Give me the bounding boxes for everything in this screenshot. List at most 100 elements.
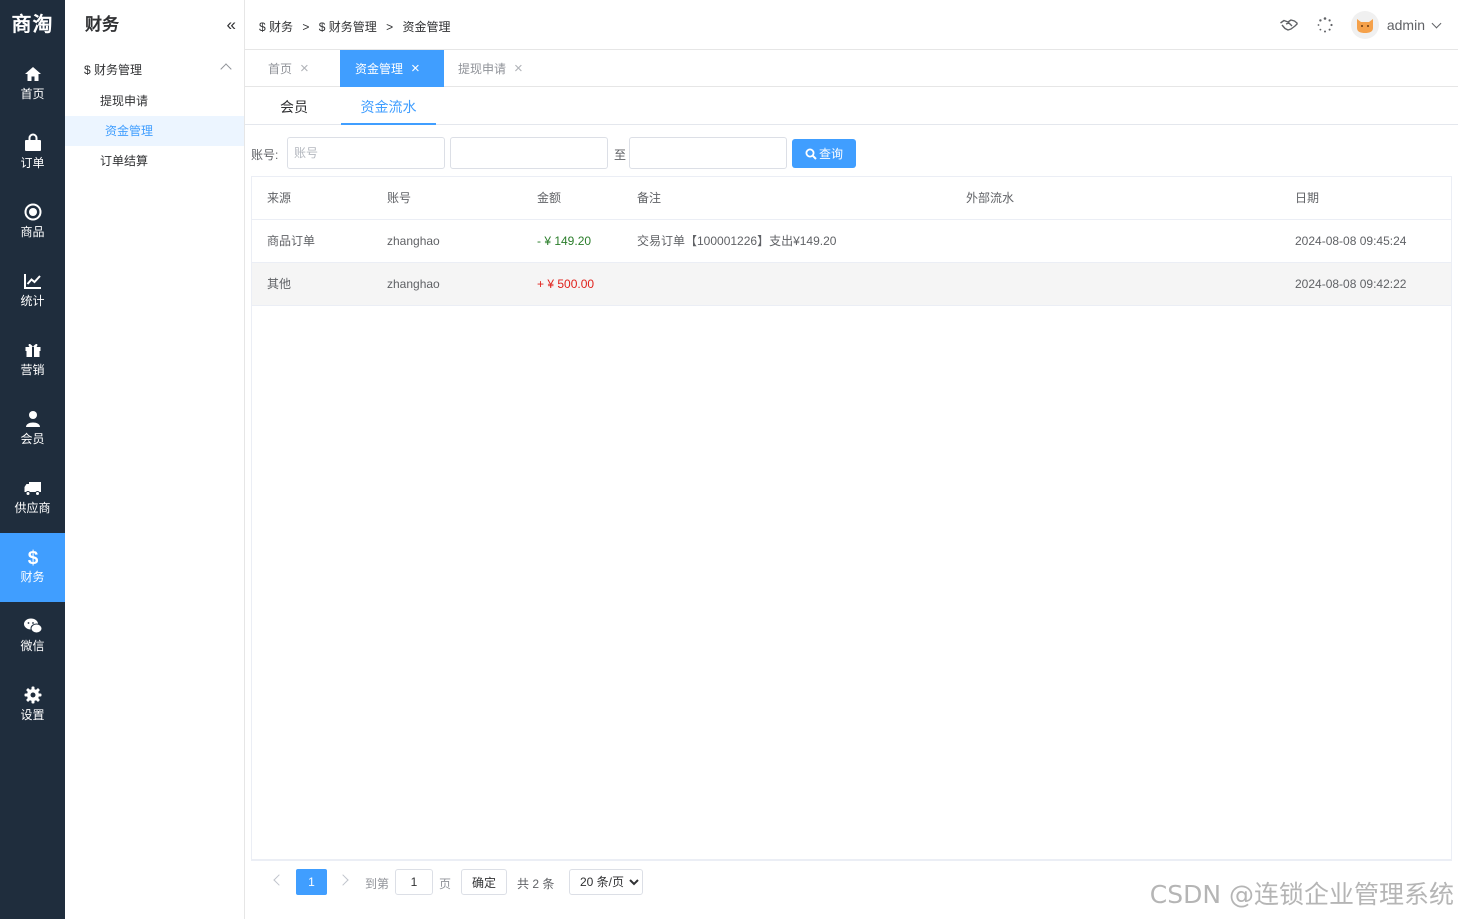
user-icon xyxy=(25,411,40,427)
rail-item-members[interactable]: 会员 xyxy=(0,395,65,464)
rail-item-home[interactable]: 首页 xyxy=(0,50,65,119)
rail-label: 微信 xyxy=(20,639,45,653)
tab-home[interactable]: 首页 × xyxy=(245,50,338,87)
column-header: 来源 xyxy=(267,191,292,205)
account-label: 账号: xyxy=(251,148,279,162)
handshake-icon[interactable] xyxy=(1279,15,1299,35)
column-header: 外部流水 xyxy=(966,191,1015,205)
rail-label: 首页 xyxy=(20,87,45,101)
dollar-icon: $ xyxy=(27,548,38,567)
wechat-icon xyxy=(23,618,42,634)
close-icon[interactable]: × xyxy=(411,60,420,77)
page-size-select[interactable]: 20 条/页 xyxy=(569,869,643,895)
rail-label: 商品 xyxy=(20,225,45,239)
table-row[interactable]: 商品订单 zhanghao - ¥ 149.20 交易订单【100001226】… xyxy=(252,220,1451,263)
rail-item-suppliers[interactable]: 供应商 xyxy=(0,464,65,533)
sidebar-group-label: $ 财务管理 xyxy=(84,63,143,77)
chevron-down-icon[interactable] xyxy=(1431,18,1442,28)
current-page-button[interactable]: 1 xyxy=(296,869,327,895)
column-header: 金额 xyxy=(537,191,562,205)
gear-icon xyxy=(24,686,41,704)
subtab-members[interactable]: 会员 xyxy=(280,88,308,125)
search-icon xyxy=(805,148,817,160)
breadcrumb-item[interactable]: $ 财务 xyxy=(259,20,293,34)
gift-icon xyxy=(25,343,40,357)
amount-cell: - ¥ 149.20 xyxy=(537,234,592,248)
rail-label: 统计 xyxy=(20,294,45,308)
goto-page-input[interactable] xyxy=(395,869,433,895)
goto-label: 到第 xyxy=(365,877,390,891)
chevron-up-icon xyxy=(220,63,232,75)
total-count: 共 2 条 xyxy=(517,877,555,891)
avatar[interactable] xyxy=(1350,11,1379,39)
main-nav-rail: 商淘 首页 订单 商品 统计 营销 会员 供应商 $ 财务 微信 设置 xyxy=(0,0,65,919)
sidebar-item-order-settlement[interactable]: 订单结算 xyxy=(65,146,244,176)
rail-label: 营销 xyxy=(20,363,45,377)
date-cell: 2024-08-08 09:42:22 xyxy=(1295,277,1407,291)
sidebar-header: 财务 « xyxy=(65,0,244,50)
rail-item-wechat[interactable]: 微信 xyxy=(0,602,65,671)
sidebar-item-withdrawal[interactable]: 提现申请 xyxy=(65,86,244,116)
collapse-sidebar-button[interactable]: « xyxy=(227,0,236,50)
cat-avatar-icon xyxy=(1356,19,1373,33)
close-icon[interactable]: × xyxy=(300,60,309,77)
rail-item-finance[interactable]: $ 财务 xyxy=(0,533,65,602)
breadcrumb-separator: > xyxy=(386,20,394,34)
amount-cell: + ¥ 500.00 xyxy=(537,277,595,291)
fund-flow-table: 来源 账号 金额 备注 外部流水 日期 商品订单 zhanghao - ¥ 14… xyxy=(251,176,1452,860)
end-date-input[interactable] xyxy=(629,137,787,169)
source-cell: 其他 xyxy=(267,277,292,291)
rail-label: 订单 xyxy=(20,156,45,170)
watermark: CSDN @连锁企业管理系统 xyxy=(1149,880,1454,909)
rail-item-marketing[interactable]: 营销 xyxy=(0,326,65,395)
svg-text:$: $ xyxy=(27,548,38,567)
column-header: 日期 xyxy=(1295,191,1320,205)
truck-icon xyxy=(24,482,41,496)
date-range-separator: 至 xyxy=(614,148,627,162)
prev-page-icon[interactable] xyxy=(273,874,285,886)
rail-item-stats[interactable]: 统计 xyxy=(0,257,65,326)
finance-sidebar: 财务 « $ 财务管理 提现申请 资金管理 订单结算 xyxy=(65,0,245,919)
date-cell: 2024-08-08 09:45:24 xyxy=(1295,234,1407,248)
close-icon[interactable]: × xyxy=(514,60,523,77)
page-unit-label: 页 xyxy=(439,877,452,891)
target-icon xyxy=(24,203,41,221)
account-cell: zhanghao xyxy=(387,277,440,291)
rail-label: 设置 xyxy=(20,708,45,722)
breadcrumb-item: 资金管理 xyxy=(402,20,451,34)
home-icon xyxy=(24,67,41,81)
content-subtabs: 会员 资金流水 xyxy=(245,88,1458,125)
page-tabs: 首页 × 资金管理 × 提现申请 × xyxy=(245,50,1458,87)
sidebar-title: 财务 xyxy=(85,15,119,34)
tab-fund-management[interactable]: 资金管理 × xyxy=(340,50,444,87)
column-header: 账号 xyxy=(387,191,412,205)
start-date-input[interactable] xyxy=(450,137,608,169)
tab-withdrawal[interactable]: 提现申请 × xyxy=(444,50,549,87)
rail-label: 供应商 xyxy=(14,501,51,515)
column-header: 备注 xyxy=(637,191,662,205)
account-input[interactable] xyxy=(287,137,445,169)
search-filter: 账号: 至 查询 xyxy=(245,137,945,169)
loading-icon[interactable] xyxy=(1315,15,1335,35)
table-row[interactable]: 其他 zhanghao + ¥ 500.00 2024-08-08 09:42:… xyxy=(252,263,1451,306)
query-button[interactable]: 查询 xyxy=(792,139,856,168)
sidebar-group-finance-management[interactable]: $ 财务管理 xyxy=(65,50,244,86)
note-cell: 交易订单【100001226】支出¥149.20 xyxy=(637,234,837,248)
subtab-fund-flow[interactable]: 资金流水 xyxy=(341,88,436,125)
query-button-label: 查询 xyxy=(818,147,843,161)
username[interactable]: admin xyxy=(1387,17,1425,33)
account-cell: zhanghao xyxy=(387,234,440,248)
rail-label: 会员 xyxy=(20,432,45,446)
rail-item-orders[interactable]: 订单 xyxy=(0,119,65,188)
confirm-page-button[interactable]: 确定 xyxy=(461,869,507,895)
rail-item-settings[interactable]: 设置 xyxy=(0,671,65,740)
header-actions: admin xyxy=(1279,11,1442,39)
rail-item-products[interactable]: 商品 xyxy=(0,188,65,257)
table-header: 来源 账号 金额 备注 外部流水 日期 xyxy=(252,177,1451,220)
shopping-bag-icon xyxy=(24,133,41,151)
breadcrumb-item[interactable]: $ 财务管理 xyxy=(319,20,377,34)
rail-label: 财务 xyxy=(20,570,45,584)
sidebar-item-fund-management[interactable]: 资金管理 xyxy=(65,116,244,146)
next-page-icon[interactable] xyxy=(337,874,349,886)
line-chart-icon xyxy=(23,274,41,289)
